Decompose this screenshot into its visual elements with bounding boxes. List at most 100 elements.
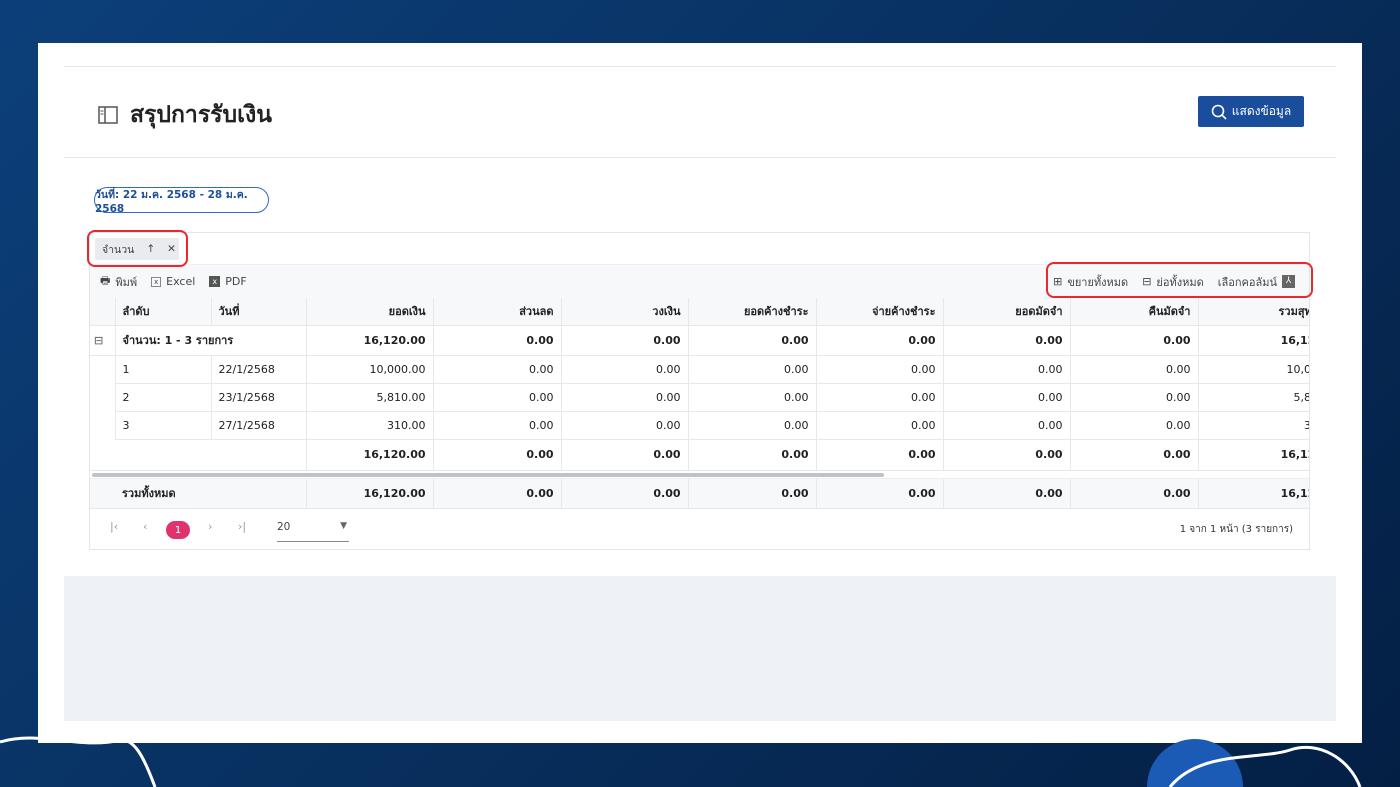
value-cell: 0.00	[561, 439, 689, 471]
value-cell: 0.00	[688, 411, 817, 440]
group-panel: จำนวน ↑ ✕	[90, 233, 1309, 265]
chevron-down-icon: ▼	[340, 521, 347, 531]
value-cell: 5,810.00	[306, 383, 434, 412]
value-cell: 0.00	[1070, 411, 1199, 440]
grand-total-row: รวมทั้งหมด 16,120.00 0.00 0.00 0.00 0.00 0.00 0…	[90, 478, 1309, 509]
pdf-icon: x	[209, 276, 221, 287]
group-row[interactable]: ⊟ จำนวน: 1 - 3 รายการ 16,120.00 0.00 0.00 0.0…	[90, 325, 1309, 356]
column-header[interactable]: จ่ายค้างชำระ	[816, 298, 944, 326]
show-data-label: แสดงข้อมูล	[1231, 104, 1292, 118]
data-table: ลำดับ วันที่ ยอดเงิน ส่วนลด วงเงิน ยอดค้างชำร…	[90, 298, 1309, 471]
excel-icon: x	[151, 276, 162, 287]
expand-column-header	[90, 298, 116, 326]
value-cell: 0.00	[1070, 325, 1199, 356]
value-cell: 0.00	[433, 411, 562, 440]
value-cell: 0.00	[1070, 439, 1199, 471]
value-cell: 0.00	[688, 325, 817, 356]
table-row[interactable]: 1 22/1/2568 10,000.00 0.00 0.00 0.00 0.00 0.00 0…	[90, 355, 1309, 384]
print-label: พิมพ์	[115, 275, 138, 289]
table-row[interactable]: 2 23/1/2568 5,810.00 0.00 0.00 0.00 0.00 0.00 0.…	[90, 383, 1309, 412]
column-header[interactable]: รวมสุทธิ	[1198, 298, 1309, 326]
column-header[interactable]: ยอดเงิน	[306, 298, 434, 326]
column-header[interactable]: ส่วนลด	[433, 298, 562, 326]
page-size-select[interactable]: 20 ▼	[277, 521, 349, 542]
column-header[interactable]: ยอดค้างชำระ	[688, 298, 817, 326]
value-cell: 16,120.00	[306, 478, 434, 509]
next-page-button[interactable]: ›	[208, 520, 212, 533]
value-cell: 0.00	[943, 383, 1071, 412]
group-expander[interactable]: ⊟	[90, 325, 116, 356]
value-cell: 0.00	[943, 411, 1071, 440]
horizontal-scrollbar[interactable]	[90, 471, 1309, 479]
indent-cell	[90, 355, 116, 383]
highlight-box	[87, 230, 188, 267]
excel-label: Excel	[166, 275, 196, 288]
printer-icon: 🖶	[100, 274, 111, 287]
excel-button[interactable]: x Excel	[151, 275, 195, 288]
column-header[interactable]: คืนมัดจำ	[1070, 298, 1199, 326]
value-cell: 0.00	[561, 478, 689, 509]
scrollbar-thumb[interactable]	[92, 472, 884, 477]
value-cell: 0.00	[943, 439, 1071, 471]
value-cell: 0.00	[433, 355, 562, 384]
value-cell: 310.00	[306, 411, 434, 440]
value-cell: 0.00	[433, 439, 562, 471]
indent-cell	[90, 383, 116, 411]
pagination: |‹ ‹ 1 › ›| 20 ▼ 1 จาก 1 หน้า (3 รายการ)	[90, 509, 1309, 549]
value-cell: 0.00	[688, 439, 817, 471]
value-cell: 0.00	[688, 383, 817, 412]
page-header: สรุปการรับเงิน	[98, 97, 272, 133]
sidebar-panel-icon	[98, 106, 118, 124]
total-label: รวมทั้งหมด	[90, 478, 307, 509]
last-page-button[interactable]: ›|	[238, 520, 246, 533]
date-range-filter[interactable]: วันที่: 22 ม.ค. 2568 - 28 ม.ค. 2568	[94, 187, 269, 215]
table-row[interactable]: 3 27/1/2568 310.00 0.00 0.00 0.00 0.00 0.00 0.00…	[90, 411, 1309, 440]
value-cell: 0.00	[433, 325, 562, 356]
value-cell: 0.00	[561, 383, 689, 412]
value-cell: 0.00	[1070, 355, 1199, 384]
highlight-box	[1046, 262, 1313, 298]
page-1-button[interactable]: 1	[166, 521, 190, 539]
page-title: สรุปการรับเงิน	[130, 102, 272, 128]
column-header[interactable]: ยอดมัดจำ	[943, 298, 1071, 326]
divider	[64, 66, 1336, 67]
column-header[interactable]: วันที่	[211, 298, 307, 326]
print-button[interactable]: 🖶 พิมพ์	[100, 272, 137, 291]
first-page-button[interactable]: |‹	[110, 520, 118, 533]
value-cell: 0.00	[433, 383, 562, 412]
value-cell: 0.00	[816, 383, 944, 412]
column-header[interactable]: ลำดับ	[115, 298, 212, 326]
value-cell: 0.00	[688, 478, 817, 509]
divider	[64, 157, 1336, 158]
total-table: รวมทั้งหมด 16,120.00 0.00 0.00 0.00 0.00 0.00 0…	[90, 478, 1309, 509]
value-cell: 10,000.00	[306, 355, 434, 384]
value-cell: 0.00	[433, 478, 562, 509]
pdf-button[interactable]: x PDF	[209, 275, 247, 288]
value-cell: 10,000.00	[1198, 355, 1309, 384]
value-cell: 0.00	[561, 325, 689, 356]
page-info: 1 จาก 1 หน้า (3 รายการ)	[1179, 524, 1293, 535]
show-data-button[interactable]: แสดงข้อมูล	[1198, 96, 1304, 127]
value-cell: 0.00	[943, 355, 1071, 384]
prev-page-button[interactable]: ‹	[143, 520, 147, 533]
value-cell: 0.00	[816, 478, 944, 509]
value-cell: 0.00	[688, 355, 817, 384]
value-cell: 310.00	[1198, 411, 1309, 440]
row-number: 2	[115, 383, 212, 412]
value-cell: 16,120.00	[306, 325, 434, 356]
value-cell: 0.00	[943, 478, 1071, 509]
value-cell: 0.00	[816, 325, 944, 356]
row-number: 1	[115, 355, 212, 384]
value-cell: 0.00	[943, 325, 1071, 356]
page-size-value: 20	[277, 521, 291, 533]
indent-cell	[90, 411, 116, 439]
value-cell: 16,120.00	[1198, 325, 1309, 356]
value-cell: 16,120.00	[1198, 439, 1309, 471]
value-cell: 0.00	[1070, 383, 1199, 412]
value-cell: 0.00	[816, 411, 944, 440]
value-cell: 0.00	[1070, 478, 1199, 509]
row-date: 27/1/2568	[211, 411, 307, 440]
value-cell: 0.00	[816, 355, 944, 384]
column-header[interactable]: วงเงิน	[561, 298, 689, 326]
pdf-label: PDF	[225, 275, 247, 288]
